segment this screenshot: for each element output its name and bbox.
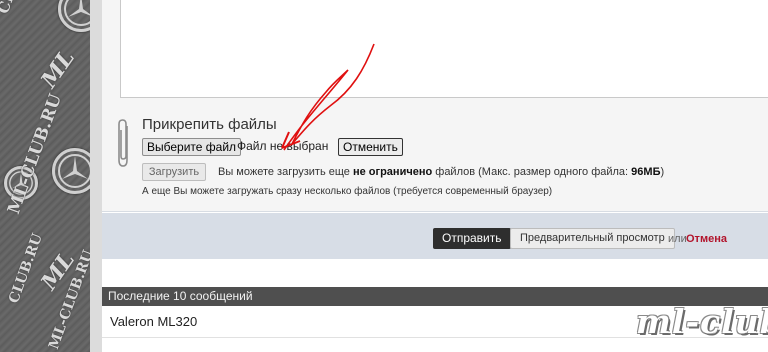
multi-upload-note: А еще Вы можете загружать сразу нескольк… xyxy=(142,186,553,197)
sidebar-watermark-text: CLUB.RU xyxy=(6,231,46,306)
upload-info-unlimited: не ограничено xyxy=(352,166,433,178)
sidebar-watermark-ml: ML xyxy=(35,45,80,93)
cancel-link[interactable]: Отмена xyxy=(686,233,727,245)
file-status-text: Файл не выбран xyxy=(237,139,329,153)
decorative-sidebar: CLUB.RU ML ML-CLUB.RU ML CLUB.RU ML-CLUB… xyxy=(0,0,90,352)
upload-info-middle: файлов (Макс. размер одного файла: xyxy=(435,166,629,178)
upload-limit-info: Вы можете загрузить еще не ограничено фа… xyxy=(218,166,664,178)
attach-files-title: Прикрепить файлы xyxy=(142,116,277,133)
upload-info-prefix: Вы можете загрузить еще xyxy=(218,166,350,178)
preview-button[interactable]: Предварительный просмотр xyxy=(510,228,675,249)
message-textarea[interactable] xyxy=(120,0,768,98)
choose-file-button[interactable]: Выберите файл xyxy=(142,138,242,156)
upload-info-size: 96МБ xyxy=(631,166,661,178)
sidebar-watermark-text: CLUB.RU xyxy=(0,0,38,16)
form-actions-bar: Отправить Предварительный просмотр или О… xyxy=(102,213,768,259)
cancel-file-button[interactable]: Отменить xyxy=(338,138,403,156)
mercedes-emblem-icon xyxy=(52,148,90,194)
mercedes-emblem-icon xyxy=(58,0,90,32)
editor-frame: Прикрепить файлы Выберите файл Файл не в… xyxy=(102,0,768,212)
submit-button[interactable]: Отправить xyxy=(433,228,511,249)
upload-button[interactable]: Загрузить xyxy=(142,163,206,181)
paperclip-icon xyxy=(118,119,128,167)
site-watermark: ml-club.ru xyxy=(636,302,768,341)
reply-form: Прикрепить файлы Выберите файл Файл не в… xyxy=(102,0,768,352)
or-text: или xyxy=(668,233,687,245)
sidebar-edge xyxy=(90,0,102,352)
upload-info-suffix: ) xyxy=(660,166,665,178)
